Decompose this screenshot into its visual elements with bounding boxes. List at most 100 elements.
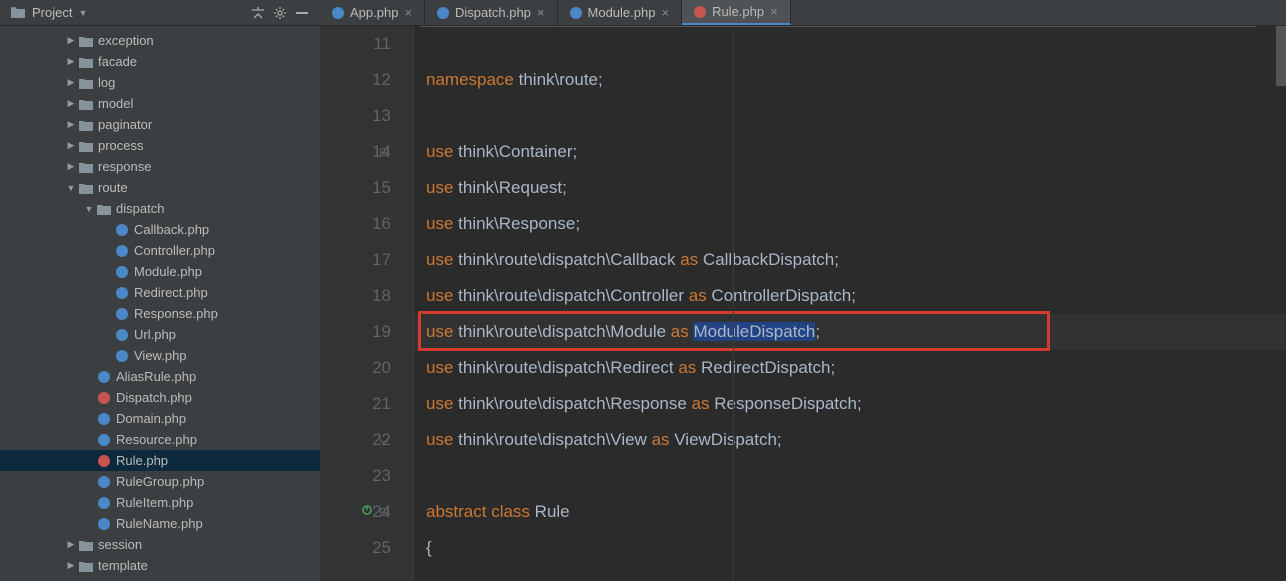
code-line[interactable]: abstract class Rule bbox=[414, 494, 1286, 530]
code-line[interactable]: { bbox=[414, 530, 1286, 566]
code-token: use bbox=[426, 142, 453, 161]
tree-file-module[interactable]: Module.php bbox=[0, 261, 320, 282]
hide-icon[interactable] bbox=[294, 5, 310, 21]
code-line[interactable]: use think\Response; bbox=[414, 206, 1286, 242]
tree-file-rule[interactable]: Rule.php bbox=[0, 450, 320, 471]
code-editor[interactable]: 11121314⊟1516171819202122⌙2324⊟25 namesp… bbox=[320, 26, 1286, 581]
code-line[interactable]: namespace think\route; bbox=[414, 62, 1286, 98]
code-line[interactable]: use think\route\dispatch\Redirect as Red… bbox=[414, 350, 1286, 386]
tree-arrow-icon[interactable]: ▶ bbox=[64, 77, 78, 88]
tree-arrow-icon[interactable]: ▶ bbox=[64, 140, 78, 151]
code-line[interactable]: use think\route\dispatch\Controller as C… bbox=[414, 278, 1286, 314]
tree-label: log bbox=[98, 75, 115, 90]
tree-folder-exception[interactable]: ▶exception bbox=[0, 30, 320, 51]
code-line[interactable]: use think\Container; bbox=[414, 134, 1286, 170]
tree-arrow-icon[interactable]: ▼ bbox=[64, 183, 78, 193]
tree-label: Url.php bbox=[134, 327, 176, 342]
tab-label: Rule.php bbox=[712, 4, 764, 19]
line-number: 19 bbox=[320, 314, 391, 350]
folder-icon bbox=[78, 118, 94, 132]
scrollbar-vertical[interactable] bbox=[1276, 26, 1286, 86]
tab-app[interactable]: App.php× bbox=[320, 0, 425, 25]
tree-arrow-icon[interactable]: ▶ bbox=[64, 56, 78, 67]
file-icon bbox=[114, 223, 130, 237]
tree-arrow-icon[interactable]: ▶ bbox=[64, 119, 78, 130]
tab-rule[interactable]: Rule.php × bbox=[682, 0, 791, 25]
gutter: 11121314⊟1516171819202122⌙2324⊟25 bbox=[320, 26, 414, 581]
code-line[interactable] bbox=[414, 98, 1286, 134]
tree-folder-log[interactable]: ▶ log bbox=[0, 72, 320, 93]
tab-dispatch[interactable]: Dispatch.php× bbox=[425, 0, 557, 25]
tree-file-rulename[interactable]: RuleName.php bbox=[0, 513, 320, 534]
tree-label: route bbox=[98, 180, 128, 195]
tree-label: response bbox=[98, 159, 151, 174]
tree-label: Module.php bbox=[134, 264, 202, 279]
code-line[interactable] bbox=[414, 26, 1286, 62]
tree-file-controller[interactable]: Controller.php bbox=[0, 240, 320, 261]
folder-icon bbox=[96, 202, 112, 216]
file-icon bbox=[332, 7, 344, 19]
tree-folder-dispatch[interactable]: ▼dispatch bbox=[0, 198, 320, 219]
fold-icon[interactable]: ⊟ bbox=[379, 134, 389, 170]
code-line[interactable]: use think\route\dispatch\Response as Res… bbox=[414, 386, 1286, 422]
tab-label: Module.php bbox=[588, 5, 656, 20]
code-line[interactable]: use think\route\dispatch\Callback as Cal… bbox=[414, 242, 1286, 278]
tree-label: process bbox=[98, 138, 144, 153]
tree-file-ruleitem[interactable]: RuleItem.php bbox=[0, 492, 320, 513]
tree-folder-model[interactable]: ▶model bbox=[0, 93, 320, 114]
tree-file-rulegroup[interactable]: RuleGroup.php bbox=[0, 471, 320, 492]
folder-icon bbox=[78, 34, 94, 48]
file-icon bbox=[114, 286, 130, 300]
tree-file-resource[interactable]: Resource.php bbox=[0, 429, 320, 450]
tree-arrow-icon[interactable]: ▶ bbox=[64, 98, 78, 109]
code-token: use bbox=[426, 358, 453, 377]
implementations-icon[interactable] bbox=[361, 494, 373, 530]
tree-file-redirect[interactable]: Redirect.php bbox=[0, 282, 320, 303]
code-token: use bbox=[426, 430, 453, 449]
folder-icon bbox=[78, 139, 94, 153]
tree-folder-session[interactable]: ▶ session bbox=[0, 534, 320, 555]
tree-file-callback[interactable]: Callback.php bbox=[0, 219, 320, 240]
line-number: 21 bbox=[320, 386, 391, 422]
tab-module[interactable]: Module.php × bbox=[558, 0, 683, 25]
tree-label: session bbox=[98, 537, 142, 552]
close-icon[interactable]: × bbox=[537, 5, 545, 20]
tree-file-url[interactable]: Url.php bbox=[0, 324, 320, 345]
tree-folder-response[interactable]: ▶ response bbox=[0, 156, 320, 177]
tree-folder-template[interactable]: ▶template bbox=[0, 555, 320, 576]
code-line[interactable]: use think\Request; bbox=[414, 170, 1286, 206]
fold-icon[interactable]: ⊟ bbox=[379, 494, 389, 530]
tree-arrow-icon[interactable]: ▶ bbox=[64, 161, 78, 172]
tree-label: Redirect.php bbox=[134, 285, 208, 300]
tree-label: RuleName.php bbox=[116, 516, 203, 531]
tree-folder-route[interactable]: ▼ route bbox=[0, 177, 320, 198]
tree-arrow-icon[interactable]: ▼ bbox=[82, 204, 96, 214]
tree-label: Callback.php bbox=[134, 222, 209, 237]
tree-file-domain[interactable]: Domain.php bbox=[0, 408, 320, 429]
tree-file-aliasrule[interactable]: AliasRule.php bbox=[0, 366, 320, 387]
tree-folder-paginator[interactable]: ▶paginator bbox=[0, 114, 320, 135]
tree-arrow-icon[interactable]: ▶ bbox=[64, 539, 78, 550]
close-icon[interactable]: × bbox=[404, 5, 412, 20]
tool-title: Project bbox=[32, 5, 72, 20]
close-icon[interactable]: × bbox=[770, 4, 778, 19]
tree-folder-process[interactable]: ▶ process bbox=[0, 135, 320, 156]
tree-arrow-icon[interactable]: ▶ bbox=[64, 560, 78, 571]
collapse-icon[interactable] bbox=[250, 5, 266, 21]
file-icon bbox=[694, 6, 706, 18]
close-icon[interactable]: × bbox=[661, 5, 669, 20]
tree-file-dispatch[interactable]: Dispatch.php bbox=[0, 387, 320, 408]
fold-icon[interactable]: ⌙ bbox=[379, 422, 389, 458]
code-line[interactable]: use think\route\dispatch\View as ViewDis… bbox=[414, 422, 1286, 458]
tree-file-response[interactable]: Response.php bbox=[0, 303, 320, 324]
file-icon bbox=[96, 433, 112, 447]
gear-icon[interactable] bbox=[272, 5, 288, 21]
project-tool-header[interactable]: Project ▼ bbox=[0, 0, 320, 25]
tree-folder-facade[interactable]: ▶facade bbox=[0, 51, 320, 72]
tree-arrow-icon[interactable]: ▶ bbox=[64, 35, 78, 46]
code-line[interactable]: use think\route\dispatch\Module as Modul… bbox=[414, 314, 1286, 350]
code-area[interactable]: namespace think\route; use think\Containe… bbox=[414, 26, 1286, 581]
tree-file-view[interactable]: View.php bbox=[0, 345, 320, 366]
code-line[interactable] bbox=[414, 458, 1286, 494]
project-tree[interactable]: ▶exception▶facade▶log▶model▶paginator▶pr… bbox=[0, 26, 320, 581]
